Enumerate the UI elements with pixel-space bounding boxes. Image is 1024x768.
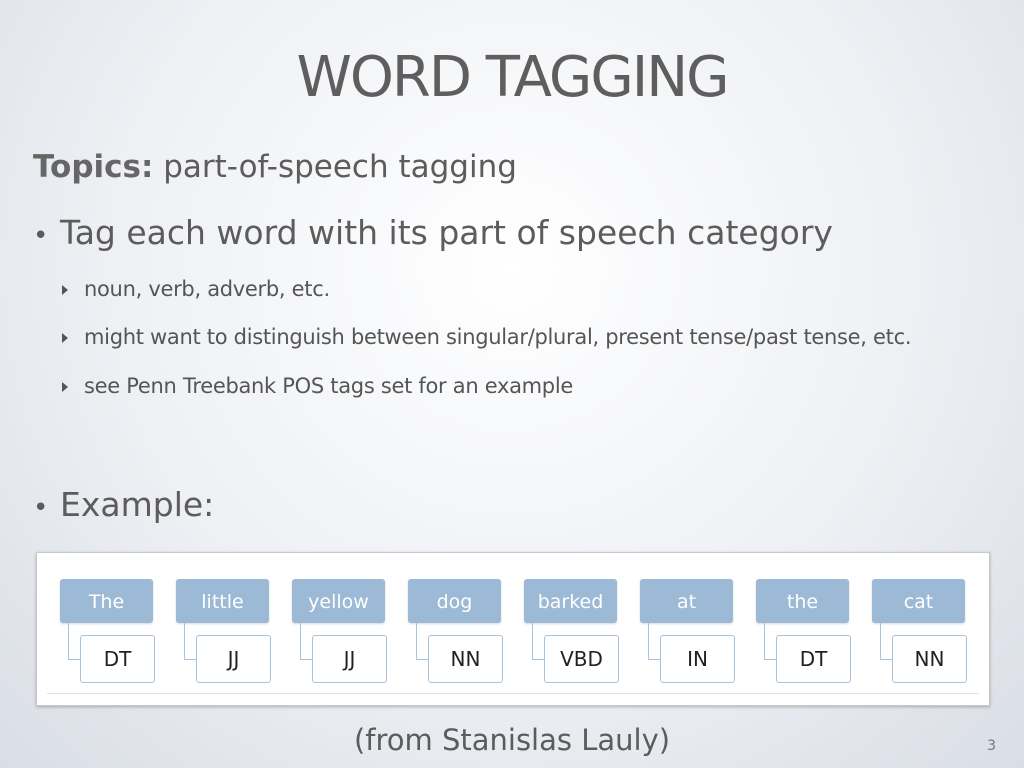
- page-number: 3: [987, 738, 996, 754]
- bullet-tag-each-word: • Tag each word with its part of speech c…: [33, 216, 833, 249]
- sub-bullet-distinguish: might want to distinguish between singul…: [62, 325, 912, 349]
- bullet-dot-icon: •: [33, 221, 49, 251]
- tagging-example-figure: The DT little JJ yellow JJ dog NN barked…: [36, 552, 990, 706]
- triangle-right-icon: [62, 382, 68, 392]
- word-box: the: [756, 579, 849, 623]
- tag-box: VBD: [544, 635, 619, 683]
- word-box: barked: [524, 579, 617, 623]
- word-box: yellow: [292, 579, 385, 623]
- bullet-dot-icon: •: [33, 493, 49, 523]
- word-box: little: [176, 579, 269, 623]
- sub-bullet-penn-treebank: see Penn Treebank POS tags set for an ex…: [62, 376, 573, 397]
- slide-title: WORD TAGGING: [296, 45, 729, 110]
- sub-bullet-text: see Penn Treebank POS tags set for an ex…: [84, 374, 573, 398]
- bullet-example: • Example:: [33, 488, 214, 521]
- bullet-text: Example:: [60, 485, 215, 524]
- tag-box: NN: [892, 635, 967, 683]
- tag-box: JJ: [312, 635, 387, 683]
- tag-box: DT: [80, 635, 155, 683]
- source-credit: (from Stanislas Lauly): [353, 723, 671, 757]
- sub-bullet-text: might want to distinguish between singul…: [84, 325, 912, 349]
- topics-label: Topics:: [33, 149, 154, 185]
- bullet-text: Tag each word with its part of speech ca…: [60, 213, 833, 252]
- word-box: cat: [872, 579, 965, 623]
- tag-box: IN: [660, 635, 735, 683]
- topics-line: Topics: part-of-speech tagging: [33, 152, 517, 183]
- triangle-right-icon: [62, 285, 68, 295]
- sub-bullet-noun-verb: noun, verb, adverb, etc.: [62, 279, 330, 300]
- sub-bullet-text: noun, verb, adverb, etc.: [84, 277, 330, 301]
- tag-box: DT: [776, 635, 851, 683]
- figure-baseline: [47, 693, 979, 694]
- word-box: dog: [408, 579, 501, 623]
- tag-box: JJ: [196, 635, 271, 683]
- topics-text: part-of-speech tagging: [163, 149, 517, 185]
- word-box: The: [60, 579, 153, 623]
- word-box: at: [640, 579, 733, 623]
- tag-box: NN: [428, 635, 503, 683]
- triangle-right-icon: [62, 333, 68, 343]
